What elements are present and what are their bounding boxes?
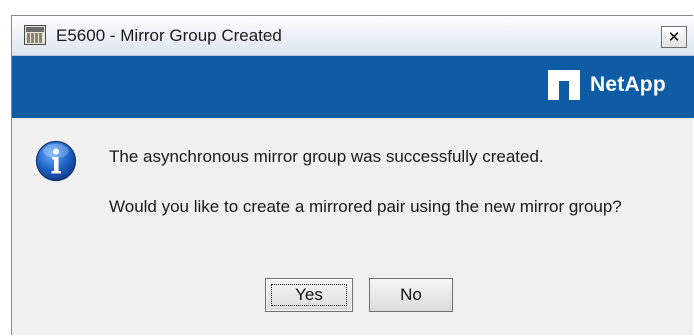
info-icon	[35, 140, 77, 182]
netapp-logo-icon	[548, 70, 580, 100]
close-icon: ✕	[667, 28, 681, 46]
close-button[interactable]: ✕	[661, 26, 687, 48]
prompt-message: Would you like to create a mirrored pair…	[109, 197, 622, 216]
page: E5600 - Mirror Group Created ✕ NetApp Th…	[0, 0, 694, 336]
netapp-logo: NetApp	[548, 70, 666, 100]
yes-button-label: Yes	[295, 285, 323, 304]
brand-banner: NetApp	[12, 56, 694, 118]
storage-array-icon	[24, 25, 46, 45]
title-bar[interactable]: E5600 - Mirror Group Created ✕	[12, 16, 694, 56]
no-button[interactable]: No	[369, 278, 453, 312]
success-message: The asynchronous mirror group was succes…	[109, 147, 544, 166]
dialog-window: E5600 - Mirror Group Created ✕ NetApp Th…	[11, 15, 694, 335]
brand-name: NetApp	[590, 73, 666, 96]
yes-button[interactable]: Yes	[265, 278, 353, 312]
no-button-label: No	[400, 285, 422, 304]
window-title: E5600 - Mirror Group Created	[56, 26, 282, 45]
